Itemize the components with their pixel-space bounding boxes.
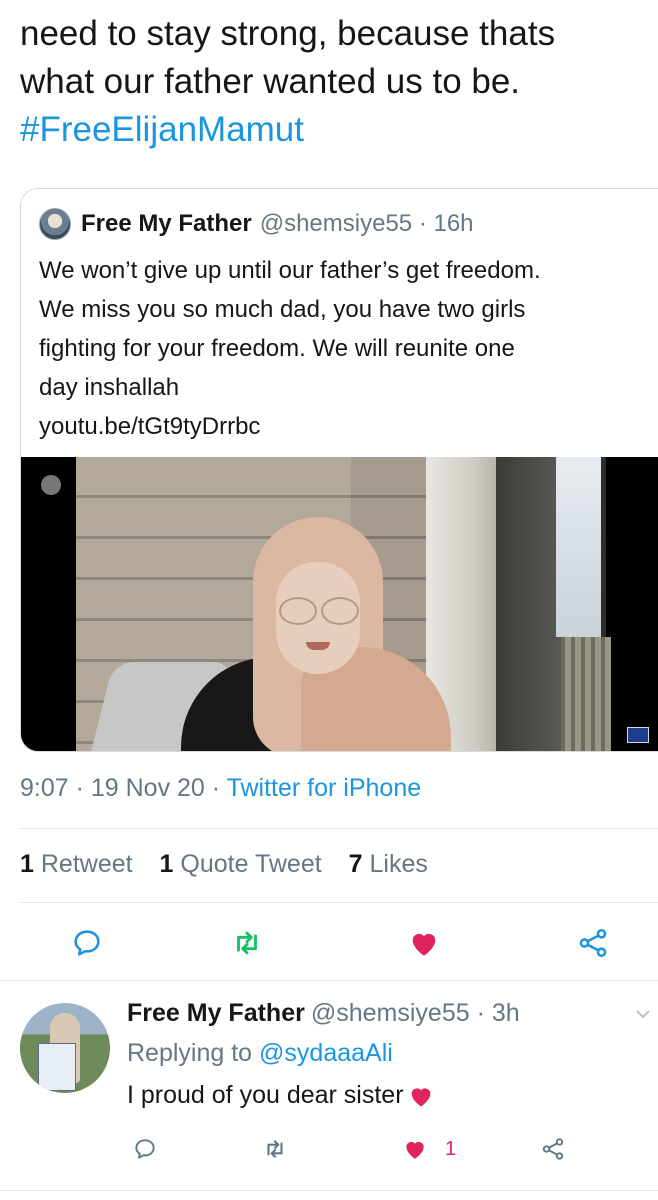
- quoted-text-line: fighting for your freedom. We will reuni…: [39, 335, 515, 362]
- retweet-button[interactable]: [262, 1136, 288, 1162]
- tweet-text-line: what our father wanted us to be.: [20, 62, 521, 101]
- quote-tweets-stat[interactable]: 1 Quote Tweet: [160, 850, 322, 878]
- avatar[interactable]: [39, 208, 71, 240]
- glasses: [279, 597, 359, 625]
- avatar[interactable]: [20, 1003, 110, 1093]
- divider: [0, 980, 658, 981]
- tweet-text: need to stay strong, because thats what …: [20, 10, 650, 154]
- heart-emoji: [411, 1087, 430, 1106]
- mention-link[interactable]: @sydaaaAli: [259, 1039, 393, 1067]
- tweet-actions: [0, 918, 658, 968]
- replying-to: Replying to @sydaaaAli: [127, 1039, 393, 1067]
- source-link[interactable]: Twitter for iPhone: [227, 774, 422, 802]
- reply-author-name[interactable]: Free My Father: [127, 999, 305, 1027]
- divider: [20, 902, 658, 903]
- quoted-tweet-card[interactable]: Free My Father @shemsiye55 · 16h We won’…: [20, 188, 658, 752]
- quoted-text-line: day inshallah: [39, 374, 180, 401]
- heart-icon: [406, 1141, 424, 1159]
- share-icon: [579, 928, 607, 958]
- share-button[interactable]: [576, 926, 610, 960]
- reply-tweet[interactable]: Free My Father @shemsiye55 · 3h Replying …: [0, 985, 658, 1200]
- reply-text: I proud of you dear sister: [127, 1081, 436, 1110]
- retweet-icon: [267, 1140, 283, 1158]
- retweets-stat[interactable]: 1 Retweet: [20, 850, 133, 878]
- reply-icon: [74, 930, 100, 956]
- share-button[interactable]: [540, 1136, 566, 1162]
- hashtag-link[interactable]: #FreeElijanMamut: [20, 106, 650, 154]
- quoted-author-name: Free My Father: [81, 210, 252, 237]
- retweet-button[interactable]: [230, 926, 264, 960]
- tweet-timestamp: 9:07 · 19 Nov 20 · Twitter for iPhone: [20, 774, 421, 803]
- reply-button[interactable]: [70, 926, 104, 960]
- quoted-author-handle: @shemsiye55 · 16h: [259, 210, 474, 237]
- reply-author-handle: @shemsiye55 · 3h: [310, 999, 520, 1027]
- heart-icon: [412, 933, 436, 956]
- divider: [0, 1190, 658, 1191]
- quoted-tweet-header: Free My Father @shemsiye55 · 16h: [39, 208, 474, 240]
- tweet-text-line: need to stay strong, because thats: [20, 14, 556, 53]
- video-thumbnail[interactable]: [21, 457, 658, 751]
- window: [556, 457, 601, 637]
- share-icon: [542, 1138, 564, 1160]
- quoted-text-line: We miss you so much dad, you have two gi…: [39, 296, 526, 323]
- divider: [20, 828, 658, 829]
- like-button[interactable]: [407, 926, 441, 960]
- time-date: 9:07 · 19 Nov 20 ·: [20, 774, 227, 802]
- more-options-button[interactable]: [636, 1007, 650, 1021]
- engagement-stats: 1 Retweet 1 Quote Tweet 7 Likes: [20, 850, 448, 879]
- railing: [561, 637, 611, 751]
- avatar-poster: [38, 1043, 76, 1091]
- youtube-link[interactable]: youtu.be/tGt9tyDrrbc: [39, 407, 639, 446]
- channel-logo-icon: [627, 727, 649, 743]
- reply-header: Free My Father @shemsiye55 · 3h: [127, 999, 520, 1028]
- quoted-text-line: We won’t give up until our father’s get …: [39, 257, 541, 284]
- like-button[interactable]: [402, 1136, 428, 1162]
- retweet-icon: [237, 931, 257, 955]
- like-count: 1: [445, 1138, 457, 1160]
- likes-stat[interactable]: 7 Likes: [349, 850, 428, 878]
- reply-icon: [135, 1139, 155, 1159]
- quoted-tweet-text: We won’t give up until our father’s get …: [39, 251, 639, 446]
- chevron-down-icon: [636, 1010, 650, 1019]
- video-indicator-icon: [41, 475, 61, 495]
- reply-button[interactable]: [132, 1136, 158, 1162]
- reply-actions: 1: [0, 1130, 658, 1170]
